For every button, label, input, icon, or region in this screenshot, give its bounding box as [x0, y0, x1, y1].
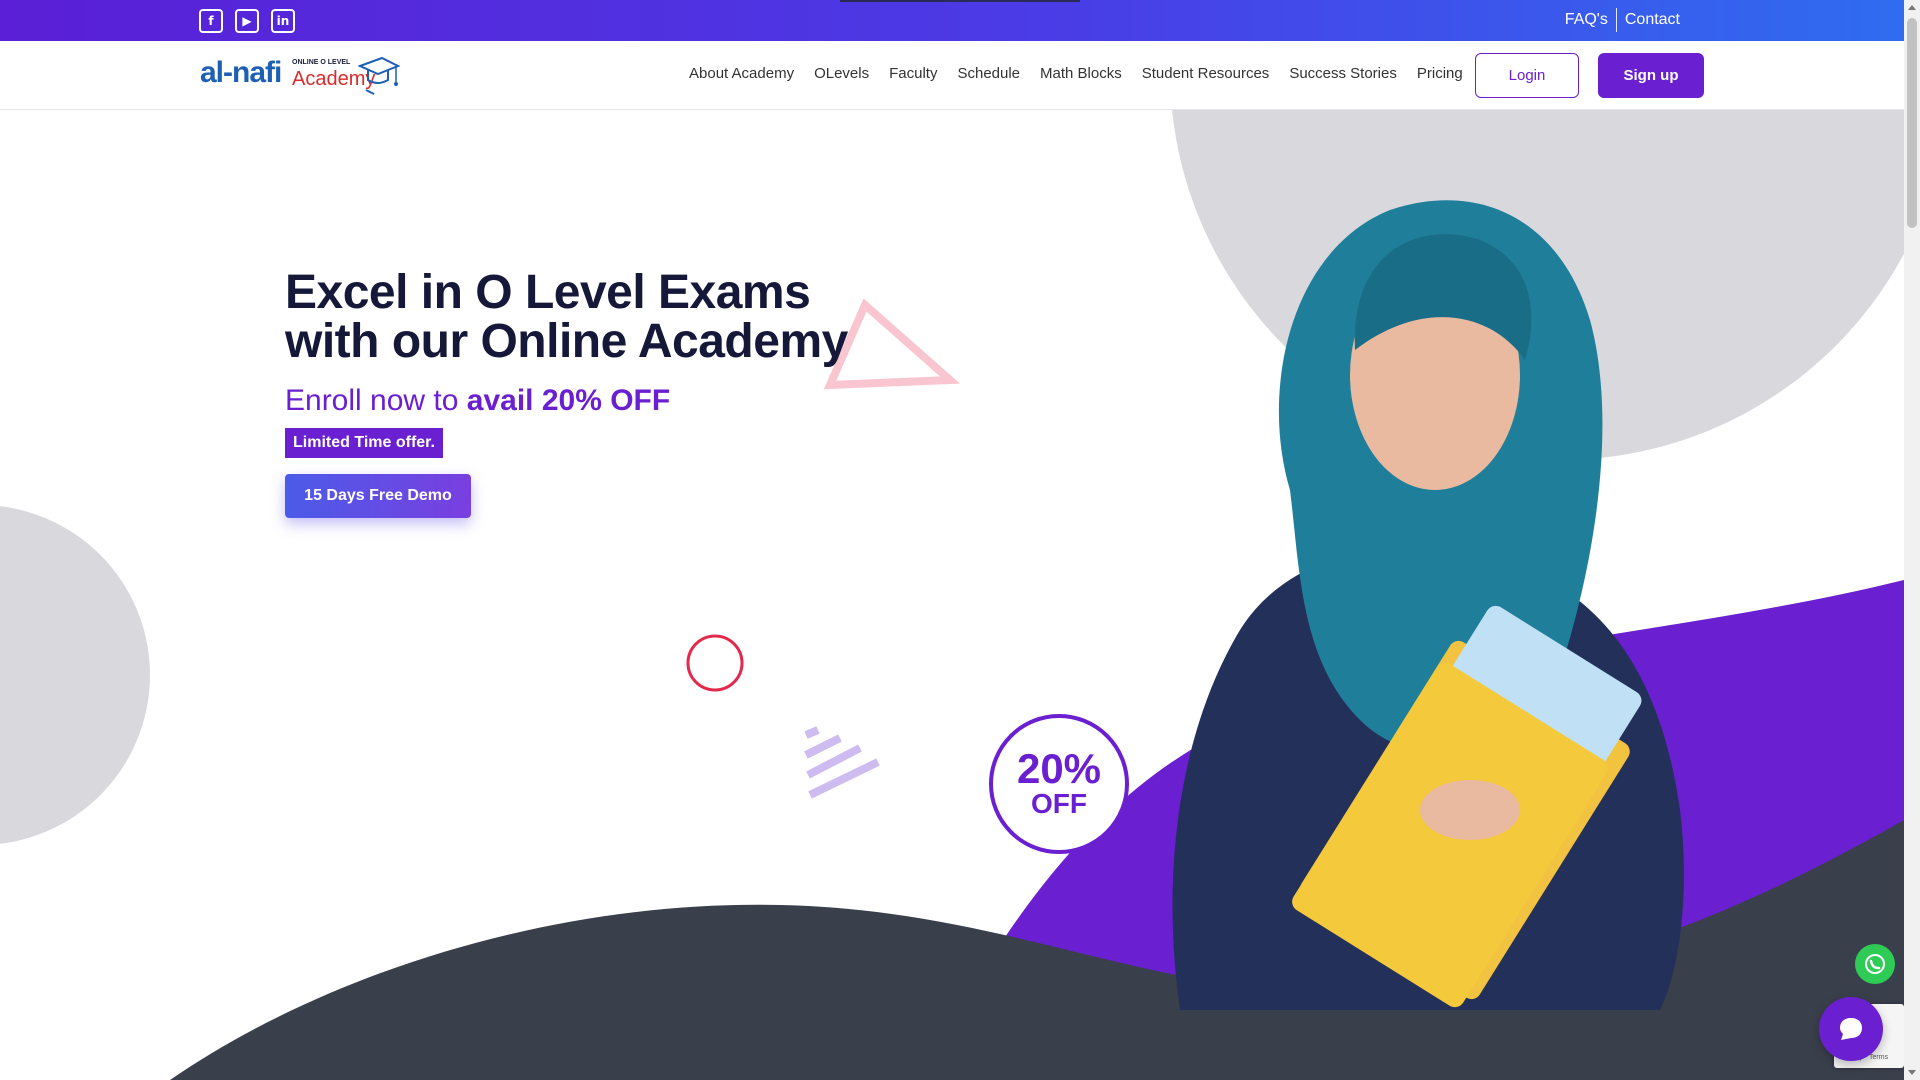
hero-subtitle-prefix: Enroll now to	[285, 384, 467, 417]
nav-success-stories[interactable]: Success Stories	[1289, 65, 1397, 82]
chat-button[interactable]	[1819, 997, 1883, 1061]
hero-background	[0, 110, 1904, 1080]
linkedin-icon[interactable]: in	[271, 9, 295, 33]
scroll-down-icon[interactable]	[1908, 1070, 1916, 1075]
nav-pricing[interactable]: Pricing	[1417, 65, 1463, 82]
whatsapp-icon	[1865, 954, 1885, 974]
top-bar: f ▶ in FAQ's Contact	[0, 0, 1904, 41]
top-links: FAQ's Contact	[1557, 8, 1688, 32]
loading-progress-line	[840, 0, 1080, 2]
striped-triangle-decoration	[804, 726, 880, 799]
free-demo-button[interactable]: 15 Days Free Demo	[285, 474, 471, 518]
discount-badge: 20% OFF	[989, 714, 1129, 854]
social-links: f ▶ in	[199, 9, 295, 33]
whatsapp-button[interactable]	[1855, 944, 1895, 984]
faq-link[interactable]: FAQ's	[1557, 11, 1616, 29]
chat-bubble-icon	[1840, 1018, 1862, 1040]
graduation-cap-icon	[358, 56, 400, 95]
discount-percent: 20%	[1016, 745, 1102, 792]
grey-circle-left-decoration	[0, 506, 150, 844]
scroll-up-icon[interactable]	[1908, 5, 1916, 10]
youtube-icon[interactable]: ▶	[235, 9, 259, 33]
hero-subtitle-bold: avail 20% OFF	[466, 384, 671, 417]
contact-link[interactable]: Contact	[1617, 11, 1688, 29]
site-logo[interactable]: al-nafi ONLINE O LEVEL Academy	[200, 56, 410, 96]
hero-content: Excel in O Level Exams with our Online A…	[285, 268, 905, 518]
red-ring-decoration	[686, 634, 744, 692]
nav-about-academy[interactable]: About Academy	[689, 65, 794, 82]
nav-math-blocks[interactable]: Math Blocks	[1040, 65, 1122, 82]
hero-title-line1: Excel in O Level Exams	[285, 266, 811, 319]
page-scrollbar[interactable]	[1904, 0, 1920, 1080]
hero-shapes	[0, 110, 1904, 1080]
main-nav: About Academy OLevels Faculty Schedule M…	[689, 65, 1483, 82]
nav-student-resources[interactable]: Student Resources	[1142, 65, 1270, 82]
discount-off-label: OFF	[1031, 788, 1087, 819]
nav-faculty[interactable]: Faculty	[889, 65, 937, 82]
hero-title-line2: with our Online Academy	[285, 315, 848, 368]
login-button[interactable]: Login	[1475, 53, 1579, 98]
scroll-thumb[interactable]	[1907, 18, 1917, 228]
signup-button[interactable]: Sign up	[1598, 53, 1704, 98]
hero-subtitle: Enroll now to avail 20% OFF	[285, 384, 905, 418]
logo-tagline: ONLINE O LEVEL	[292, 59, 351, 66]
nav-olevels[interactable]: OLevels	[814, 65, 869, 82]
nav-schedule[interactable]: Schedule	[957, 65, 1020, 82]
limited-offer-badge: Limited Time offer.	[285, 428, 443, 458]
hero-title: Excel in O Level Exams with our Online A…	[285, 268, 905, 366]
facebook-icon[interactable]: f	[199, 9, 223, 33]
divider	[1615, 8, 1617, 32]
main-header: al-nafi ONLINE O LEVEL Academy About Aca…	[0, 41, 1904, 110]
logo-wordmark: al-nafi	[200, 56, 282, 89]
